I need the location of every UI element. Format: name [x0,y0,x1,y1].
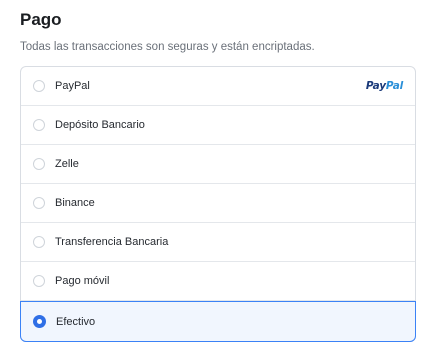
payment-option-label: PayPal [55,80,90,92]
radio-deposito-bancario[interactable] [33,119,45,131]
payment-option-paypal[interactable]: PayPal PayPal [21,67,415,106]
radio-pago-movil[interactable] [33,275,45,287]
payment-option-efectivo[interactable]: Efectivo [20,301,416,342]
paypal-logo-icon: PayPal [365,80,403,92]
payment-option-label: Pago móvil [55,275,110,287]
payment-option-transferencia-bancaria[interactable]: Transferencia Bancaria [21,223,415,262]
page-title: Pago [20,10,62,29]
radio-zelle[interactable] [33,158,45,170]
radio-binance[interactable] [33,197,45,209]
radio-transferencia-bancaria[interactable] [33,236,45,248]
payment-option-zelle[interactable]: Zelle [21,145,415,184]
payment-option-label: Depósito Bancario [55,119,145,131]
radio-efectivo-selected[interactable] [33,315,46,328]
payment-option-label: Zelle [55,158,79,170]
payment-option-binance[interactable]: Binance [21,184,415,223]
payment-subtitle: Todas las transacciones son seguras y es… [20,41,315,53]
radio-paypal[interactable] [33,80,45,92]
payment-option-label: Transferencia Bancaria [55,236,169,248]
payment-option-deposito-bancario[interactable]: Depósito Bancario [21,106,415,145]
payment-option-pago-movil[interactable]: Pago móvil [21,262,415,301]
payment-options-list: PayPal PayPal Depósito Bancario Zelle Bi… [20,66,416,342]
payment-section: Pago Todas las transacciones son seguras… [20,8,416,342]
payment-option-label: Binance [55,197,95,209]
payment-option-label: Efectivo [56,315,96,328]
